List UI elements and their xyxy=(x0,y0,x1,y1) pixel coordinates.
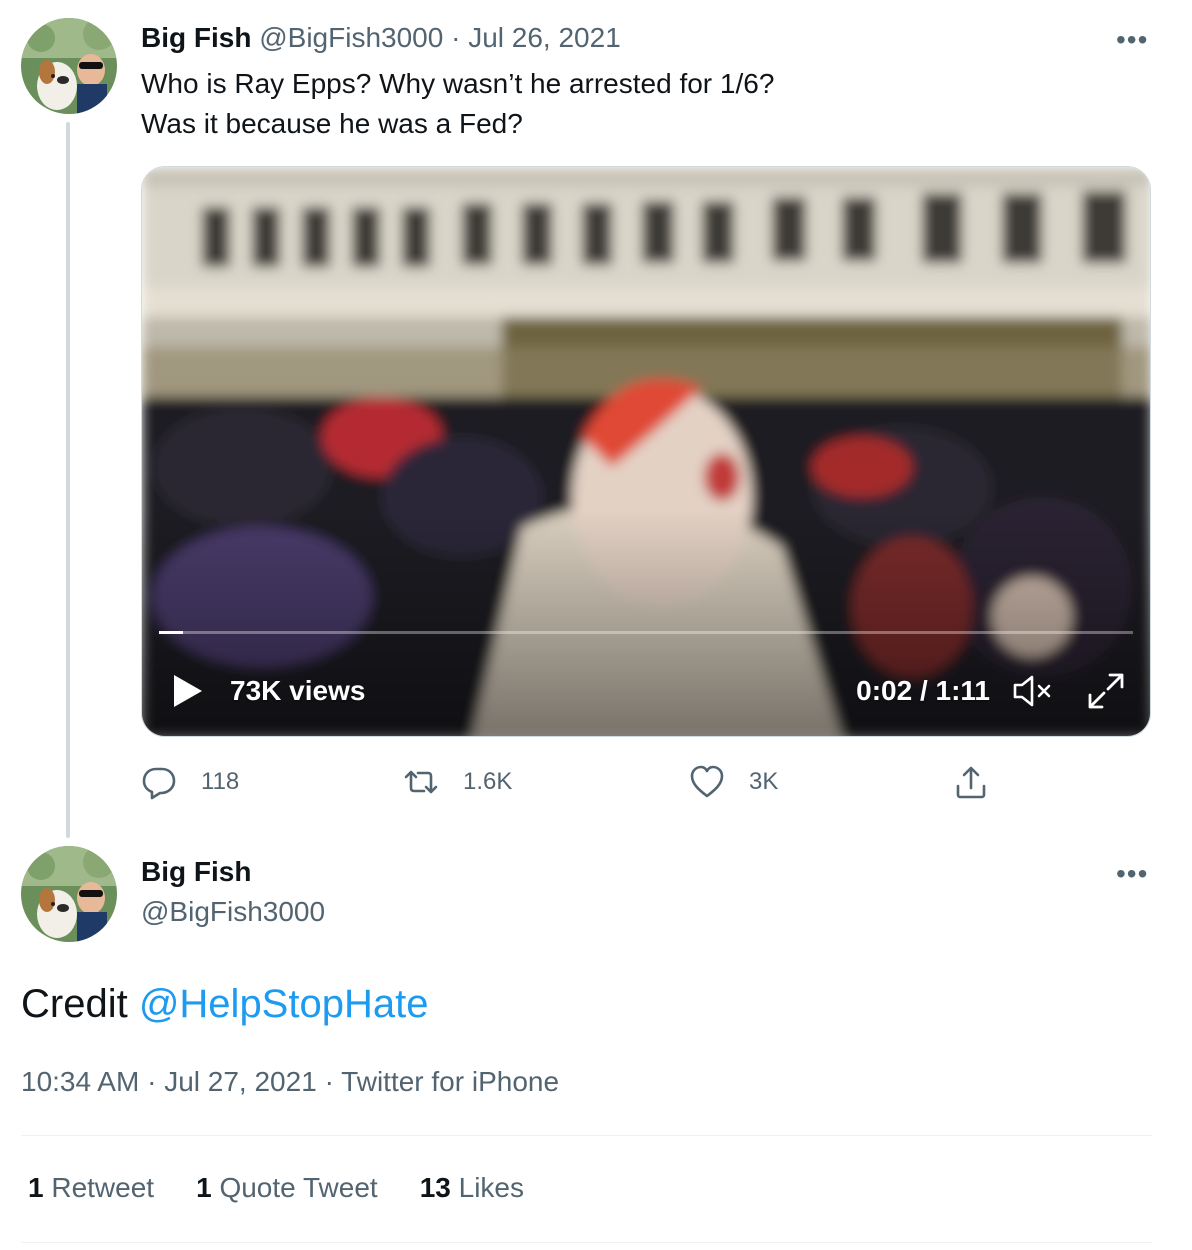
tweet2-meta: 10:34 AM · Jul 27, 2021 · Twitter for iP… xyxy=(21,1066,559,1098)
retweets-stat[interactable]: 1 Retweet xyxy=(28,1172,154,1204)
tweet1-more-icon[interactable]: ••• xyxy=(1116,26,1148,54)
video-timecode: 0:02 / 1:11 xyxy=(856,675,990,706)
tweet2-more-icon[interactable]: ••• xyxy=(1116,860,1148,888)
tweet1-text-line2: Was it because he was a Fed? xyxy=(141,108,523,139)
tweet2-display-name[interactable]: Big Fish xyxy=(141,856,251,888)
reply-button[interactable]: 118 xyxy=(141,760,239,804)
retweet-icon xyxy=(404,770,438,794)
tweet2-text-prefix: Credit xyxy=(21,982,139,1026)
retweets-label: Retweet xyxy=(51,1172,155,1203)
mute-icon[interactable] xyxy=(1012,673,1054,709)
quotes-stat[interactable]: 1 Quote Tweet xyxy=(196,1172,378,1204)
quotes-label: Quote Tweet xyxy=(219,1172,378,1203)
likes-stat[interactable]: 13 Likes xyxy=(420,1172,524,1204)
tweet1-text-line1: Who is Ray Epps? Why wasn’t he arrested … xyxy=(141,68,775,99)
tweet1-separator: · xyxy=(451,22,461,53)
video-frame xyxy=(142,167,1150,736)
tweet1-header: Big Fish @BigFish3000 · Jul 26, 2021 xyxy=(141,22,621,54)
reply-count: 118 xyxy=(201,768,240,795)
fullscreen-icon[interactable] xyxy=(1086,671,1126,711)
play-icon[interactable] xyxy=(172,673,204,709)
tweet1-handle[interactable]: @BigFish3000 xyxy=(259,22,443,53)
heart-icon xyxy=(690,765,724,798)
tweet2-handle[interactable]: @BigFish3000 xyxy=(141,896,325,928)
divider xyxy=(21,1242,1152,1243)
like-button[interactable]: 3K xyxy=(689,760,778,804)
retweet-button[interactable]: 1.6K xyxy=(403,760,512,804)
tweet1-date[interactable]: Jul 26, 2021 xyxy=(468,22,621,53)
thread-connector-line xyxy=(66,122,70,838)
tweet1-action-bar: 118 1.6K 3K xyxy=(141,760,1001,804)
reply-icon xyxy=(142,767,176,800)
tweet2-date[interactable]: Jul 27, 2021 xyxy=(164,1066,317,1097)
tweet1-avatar[interactable] xyxy=(21,18,117,114)
video-progress-fill xyxy=(159,631,184,634)
tweet1-video-player[interactable]: 73K views 0:02 / 1:11 xyxy=(141,166,1151,737)
tweet2-meta-separator-1: · xyxy=(147,1066,157,1097)
share-icon xyxy=(956,766,986,799)
like-count: 3K xyxy=(749,768,779,795)
share-button[interactable] xyxy=(953,760,989,804)
quotes-count: 1 xyxy=(196,1172,212,1203)
tweet2-avatar[interactable] xyxy=(21,846,117,942)
mention-link[interactable]: @HelpStopHate xyxy=(139,982,429,1026)
likes-count: 13 xyxy=(419,1172,451,1203)
divider xyxy=(21,1135,1152,1136)
tweet2-time[interactable]: 10:34 AM xyxy=(21,1066,139,1097)
retweets-count: 1 xyxy=(28,1172,44,1203)
tweet2-stats: 1 Retweet 1 Quote Tweet 13 Likes xyxy=(28,1172,524,1204)
tweet1-display-name[interactable]: Big Fish xyxy=(141,22,251,53)
tweet2-text: Credit @HelpStopHate xyxy=(21,980,428,1028)
retweet-count: 1.6K xyxy=(463,768,513,795)
likes-label: Likes xyxy=(458,1172,525,1203)
tweet1-text: Who is Ray Epps? Why wasn’t he arrested … xyxy=(141,64,1141,144)
tweet2-source[interactable]: Twitter for iPhone xyxy=(341,1066,559,1097)
video-progress-bar[interactable] xyxy=(159,631,1133,634)
video-view-count: 73K views xyxy=(230,675,366,706)
tweet2-meta-separator-2: · xyxy=(324,1066,334,1097)
